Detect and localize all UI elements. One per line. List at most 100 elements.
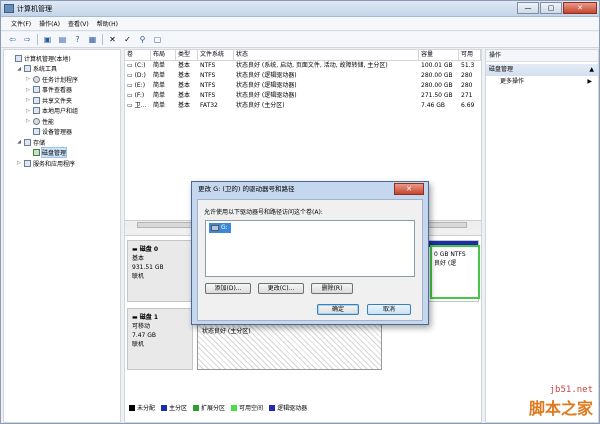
- disk-0-label[interactable]: ▬ 磁盘 0 基本 931.51 GB 联机: [127, 240, 193, 302]
- tree-item-9[interactable]: 磁盘管理: [4, 147, 120, 159]
- more-actions-item[interactable]: 更多操作 ▶: [486, 76, 598, 87]
- legend-label: 主分区: [169, 404, 188, 412]
- tree-item-label: 任务计划程序: [42, 76, 79, 84]
- volume-icon: ▭: [127, 92, 135, 99]
- menu-help[interactable]: 帮助(H): [97, 19, 118, 28]
- folder-up-icon[interactable]: ▣: [42, 34, 53, 45]
- tree-item-label: 本地用户和组: [42, 108, 79, 116]
- tree-item-1[interactable]: ◢ 系统工具: [4, 64, 120, 75]
- col-free[interactable]: 可用: [459, 50, 481, 60]
- tree-item-5[interactable]: ▷ 本地用户和组: [4, 106, 120, 117]
- tree-item-0[interactable]: 计算机管理(本地): [4, 53, 120, 64]
- legend-swatch: [161, 405, 168, 411]
- tree-item-6[interactable]: ▷ 性能: [4, 116, 120, 127]
- check-icon[interactable]: ✓: [122, 34, 133, 45]
- volume-cell: 51.3: [461, 62, 475, 69]
- ok-button[interactable]: 确定: [317, 304, 359, 315]
- tree-item-7[interactable]: 设备管理器: [4, 127, 120, 138]
- properties-icon[interactable]: ▤: [57, 34, 68, 45]
- actions-section[interactable]: 磁盘管理 ▲: [486, 64, 598, 76]
- menu-file[interactable]: 文件(F): [11, 19, 31, 28]
- clock-icon: [33, 75, 40, 83]
- volume-icon: ▭: [127, 82, 135, 89]
- expand-icon[interactable]: ▷: [25, 108, 31, 114]
- tree-item-10[interactable]: ▷ 服务和应用程序: [4, 158, 120, 169]
- col-filesystem[interactable]: 文件系统: [198, 50, 234, 60]
- title-bar: 计算机管理 — ▢ ✕: [1, 1, 599, 17]
- tree-item-3[interactable]: ▷ 事件查看器: [4, 85, 120, 96]
- drive-letter-list[interactable]: G:: [205, 220, 415, 277]
- change-button[interactable]: 更改(C)...: [258, 283, 304, 294]
- volume-row[interactable]: ▭ (F:) 简单 基本 NTFS 状态良好 (逻辑驱动器) 271.50 GB 271: [125, 91, 481, 101]
- tree-item-4[interactable]: ▷ 共享文件夹: [4, 95, 120, 106]
- actions-section-label: 磁盘管理: [489, 66, 514, 73]
- remove-button[interactable]: 删除(R): [311, 283, 353, 294]
- legend-swatch: [129, 405, 135, 411]
- help-icon[interactable]: ?: [72, 34, 83, 45]
- menu-view[interactable]: 查看(V): [68, 19, 89, 28]
- expand-icon[interactable]: ▷: [25, 87, 31, 93]
- volume-row[interactable]: ▭ (D:) 简单 基本 NTFS 状态良好 (逻辑驱动器) 280.00 GB 280: [125, 71, 481, 81]
- cancel-button[interactable]: 取消: [367, 304, 411, 315]
- watermark-brand: 脚本之家: [528, 399, 593, 418]
- col-type[interactable]: 类型: [176, 50, 198, 60]
- minimize-button[interactable]: —: [517, 2, 539, 14]
- volume-cell: 简单: [153, 82, 166, 89]
- tree-item-label: 性能: [42, 118, 55, 126]
- expand-icon[interactable]: ◢: [16, 139, 22, 145]
- dialog-close-button[interactable]: ✕: [394, 183, 424, 195]
- close-button[interactable]: ✕: [563, 2, 597, 14]
- volume-row[interactable]: ▭ (E:) 简单 基本 NTFS 状态良好 (逻辑驱动器) 280.00 GB 280: [125, 81, 481, 91]
- col-layout[interactable]: 布局: [151, 50, 176, 60]
- expand-icon[interactable]: ▷: [16, 160, 22, 166]
- tree-item-2[interactable]: ▷ 任务计划程序: [4, 74, 120, 85]
- tree-item-8[interactable]: ◢ 存储: [4, 137, 120, 148]
- disk-icon: ▬: [132, 314, 140, 321]
- menu-action[interactable]: 操作(A): [39, 19, 60, 28]
- legend-item: 未分配: [129, 403, 155, 412]
- disk-1-label[interactable]: ▬ 磁盘 1 可移动 7.47 GB 联机: [127, 308, 193, 370]
- device-icon: [33, 128, 40, 136]
- expand-icon[interactable]: ◢: [16, 66, 22, 72]
- search-icon[interactable]: ⚲: [137, 34, 148, 45]
- col-capacity[interactable]: 容量: [419, 50, 459, 60]
- computer-management-window: 计算机管理 — ▢ ✕ 文件(F) 操作(A) 查看(V) 帮助(H) ⇦ ⇨ …: [0, 0, 600, 424]
- dialog-title: 更改 G: (卫的) 的驱动器号和路径: [198, 185, 295, 193]
- users-icon: [33, 107, 40, 115]
- delete-icon[interactable]: ✕: [107, 34, 118, 45]
- expand-icon[interactable]: ▷: [25, 76, 31, 82]
- expand-icon[interactable]: ▷: [25, 97, 31, 103]
- add-button[interactable]: 添加(D)...: [205, 283, 251, 294]
- volume-cell: 280: [461, 72, 473, 79]
- computer-icon: [15, 54, 22, 62]
- partition-f[interactable]: 0 GB NTFS 良好 (逻: [430, 245, 480, 299]
- volume-row[interactable]: ▭ 卫... 简单 基本 FAT32 状态良好 (主分区) 7.46 GB 6.69: [125, 101, 481, 111]
- volume-cell: 基本: [178, 102, 191, 109]
- legend-item: 可用空间: [231, 403, 263, 412]
- legend-swatch: [193, 405, 200, 411]
- back-arrow-icon[interactable]: ⇦: [7, 34, 18, 45]
- forward-arrow-icon[interactable]: ⇨: [22, 34, 33, 45]
- tree-item-label: 服务和应用程序: [33, 160, 76, 168]
- col-volume[interactable]: 卷: [125, 50, 151, 60]
- more-actions-label: 更多操作: [500, 78, 525, 85]
- partition-f-size: 0 GB NTFS: [434, 251, 466, 258]
- menu-bar: 文件(F) 操作(A) 查看(V) 帮助(H): [1, 17, 599, 31]
- volume-cell: 280: [461, 82, 473, 89]
- tree-item-label: 设备管理器: [42, 129, 73, 137]
- maximize-button[interactable]: ▢: [540, 2, 562, 14]
- volume-list-header: 卷 布局 类型 文件系统 状态 容量 可用: [125, 50, 481, 61]
- volume-g-status: 状态良好 (主分区): [202, 328, 251, 335]
- col-status[interactable]: 状态: [234, 50, 419, 60]
- volume-cell: ▭ (C:): [125, 61, 151, 71]
- legend: 未分配 主分区 扩展分区 可用空间 逻辑驱动器: [127, 400, 479, 414]
- legend-label: 可用空间: [239, 404, 264, 412]
- volume-cell: 基本: [178, 72, 191, 79]
- volume-cell: 基本: [178, 82, 191, 89]
- volume-row[interactable]: ▭ (C:) 简单 基本 NTFS 状态良好 (系统, 启动, 页面文件, 活动, 故障…: [125, 61, 481, 71]
- view-icon[interactable]: ▦: [87, 34, 98, 45]
- drive-letter-item[interactable]: G:: [209, 223, 231, 233]
- expand-icon[interactable]: ▷: [25, 118, 31, 124]
- zoom-icon[interactable]: ▢: [152, 34, 163, 45]
- collapse-icon[interactable]: ▲: [589, 64, 594, 76]
